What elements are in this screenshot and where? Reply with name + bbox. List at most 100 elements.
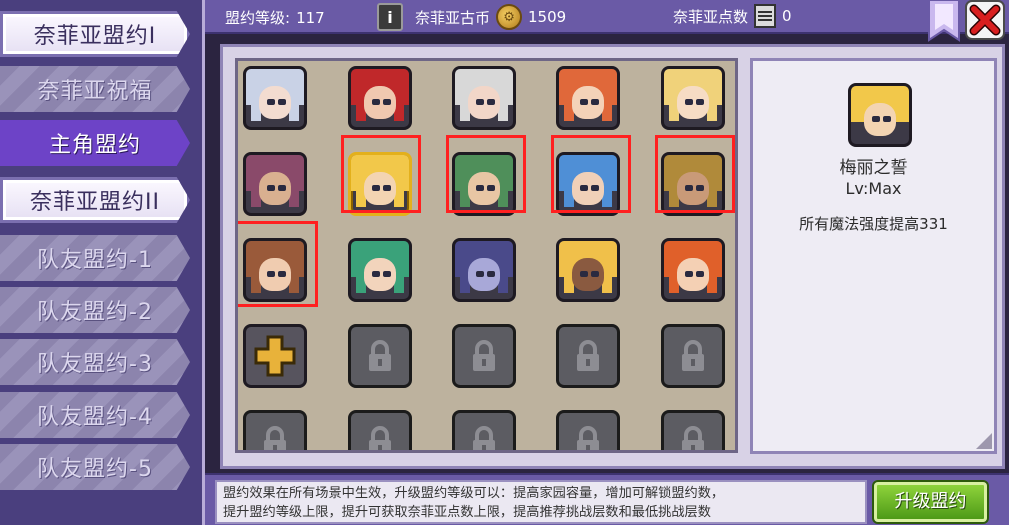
portrait-eye [266, 271, 275, 278]
locked-slot[interactable] [661, 410, 725, 450]
portrait-eye [371, 271, 380, 278]
tab-label: 队友盟约-1 [37, 248, 153, 273]
portrait-eye [487, 99, 496, 106]
pact-name: 梅丽之誓 [839, 158, 908, 178]
character-portrait [351, 241, 409, 299]
lock-icon [264, 426, 286, 450]
lock-icon [577, 340, 599, 371]
tab-nephia-pact-2[interactable]: 奈菲亚盟约II [0, 177, 190, 223]
close-button[interactable] [965, 0, 1005, 40]
character-slot[interactable] [661, 66, 725, 130]
portrait-eye [278, 271, 287, 278]
character-portrait [246, 69, 304, 127]
tab-label: 奈菲亚盟约I [33, 24, 157, 49]
portrait-eye [278, 99, 287, 106]
character-portrait [455, 241, 513, 299]
pact-level-label: 盟约等级: [225, 9, 291, 27]
portrait-eye [591, 185, 600, 192]
portrait-eye [684, 99, 693, 106]
portrait-face [676, 258, 710, 291]
character-slot[interactable] [452, 66, 516, 130]
character-portrait [455, 69, 513, 127]
coin-label: 奈菲亚古币 [415, 8, 491, 27]
info-icon[interactable]: i [377, 3, 403, 31]
portrait-face [863, 103, 897, 136]
lock-icon [369, 426, 391, 450]
locked-slot[interactable] [661, 324, 725, 388]
character-slot[interactable] [243, 238, 307, 302]
tab-teammate-pact-3[interactable]: 队友盟约-3 [0, 339, 190, 385]
character-slot[interactable] [243, 66, 307, 130]
locked-slot[interactable] [452, 410, 516, 450]
points-card-icon [754, 4, 777, 28]
corner-resize-icon [976, 433, 992, 449]
locked-slot[interactable] [348, 324, 412, 388]
character-slot[interactable] [348, 238, 412, 302]
portrait-eye [475, 99, 484, 106]
character-slot[interactable] [661, 238, 725, 302]
detail-portrait [848, 83, 912, 147]
portrait-face [258, 172, 292, 205]
character-slot[interactable] [556, 66, 620, 130]
locked-slot[interactable] [348, 410, 412, 450]
portrait-eye [696, 185, 705, 192]
character-slot[interactable] [556, 238, 620, 302]
pact-level-value: 117 [296, 8, 325, 27]
portrait-eye [579, 99, 588, 106]
tab-teammate-pact-2[interactable]: 队友盟约-2 [0, 287, 190, 333]
description-line-2: 提升盟约等级上限，提升可获取奈菲亚点数上限，提高推荐挑战层数和最低挑战层数 [223, 505, 711, 520]
portrait-eye [696, 271, 705, 278]
description-line-1: 盟约效果在所有场景中生效，升级盟约等级可以：提高家园容量，增加可解锁盟约数， [223, 486, 725, 501]
tab-label: 队友盟约-5 [37, 457, 153, 482]
pact-description: 盟约效果在所有场景中生效，升级盟约等级可以：提高家园容量，增加可解锁盟约数， 提… [215, 480, 867, 524]
tab-label: 主角盟约 [48, 133, 141, 158]
portrait-eye [487, 271, 496, 278]
tab-nephia-pact-1[interactable]: 奈菲亚盟约I [0, 11, 190, 57]
portrait-face [467, 172, 501, 205]
tab-protagonist-pact[interactable]: 主角盟约 [0, 120, 190, 166]
add-slot[interactable] [243, 324, 307, 388]
close-icon[interactable] [965, 0, 1005, 40]
tab-teammate-pact-1[interactable]: 队友盟约-1 [0, 235, 190, 281]
character-portrait [246, 241, 304, 299]
character-slot[interactable] [452, 152, 516, 216]
character-slot[interactable] [348, 152, 412, 216]
pact-level-detail: Lv:Max [845, 179, 902, 198]
locked-slot[interactable] [243, 410, 307, 450]
portrait-eye [883, 116, 892, 123]
portrait-eye [591, 99, 600, 106]
sidebar: 奈菲亚盟约I 奈菲亚祝福 主角盟约 奈菲亚盟约II 队友盟约-1 队友盟约-2 … [0, 0, 205, 525]
character-portrait [664, 241, 722, 299]
character-portrait [559, 241, 617, 299]
plus-icon[interactable] [246, 327, 304, 385]
character-slot[interactable] [556, 152, 620, 216]
locked-slot[interactable] [556, 324, 620, 388]
portrait-eye [383, 271, 392, 278]
character-slot[interactable] [243, 152, 307, 216]
portrait-eye [487, 185, 496, 192]
tab-teammate-pact-4[interactable]: 队友盟约-4 [0, 392, 190, 438]
character-slot[interactable] [452, 238, 516, 302]
locked-slot[interactable] [452, 324, 516, 388]
portrait-face [676, 86, 710, 119]
character-slot[interactable] [348, 66, 412, 130]
lock-icon [473, 340, 495, 371]
portrait-eye [579, 185, 588, 192]
tab-nephia-blessing[interactable]: 奈菲亚祝福 [0, 66, 190, 112]
character-portrait [351, 69, 409, 127]
detail-panel: 梅丽之誓 Lv:Max 所有魔法强度提高331 [750, 58, 997, 454]
upgrade-pact-button[interactable]: 升级盟约 [874, 482, 987, 522]
tab-label: 奈菲亚祝福 [37, 79, 153, 104]
top-bar: 盟约等级: 117 i 奈菲亚古币 ⚙ 1509 奈菲亚点数 0 [205, 0, 1009, 42]
portrait-eye [266, 185, 275, 192]
character-slot[interactable] [661, 152, 725, 216]
tab-teammate-pact-5[interactable]: 队友盟约-5 [0, 444, 190, 490]
lock-icon [682, 340, 704, 371]
lock-icon [577, 426, 599, 450]
locked-slot[interactable] [556, 410, 620, 450]
portrait-eye [684, 271, 693, 278]
portrait-eye [371, 185, 380, 192]
pact-effect: 所有魔法强度提高331 [799, 215, 948, 233]
info-button[interactable]: i [377, 3, 403, 31]
points-value: 0 [782, 7, 792, 25]
